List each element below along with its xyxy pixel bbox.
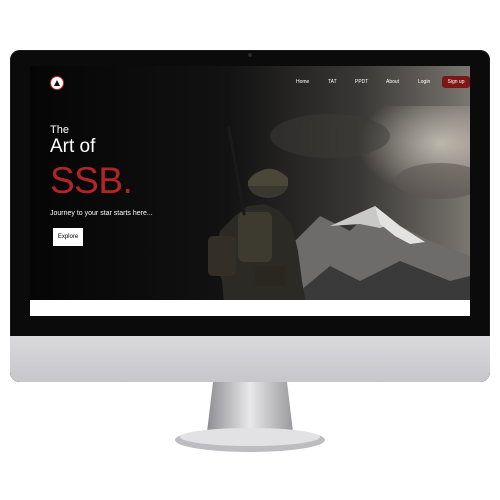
monitor-frame: Home TAT PPDT About Login Sign up The Ar…	[10, 50, 490, 382]
screen-content-strip	[30, 300, 470, 316]
hero-title-ssb: SSB.	[50, 160, 133, 201]
top-navbar: Home TAT PPDT About Login Sign up	[30, 66, 470, 100]
monitor-stand	[175, 382, 325, 452]
website-screen: Home TAT PPDT About Login Sign up The Ar…	[30, 66, 470, 316]
hero-title-line1: The	[50, 124, 69, 136]
nav-link-tat[interactable]: TAT	[328, 79, 337, 85]
hero-tagline: Journey to your star starts here...	[50, 210, 153, 217]
nav-link-about[interactable]: About	[386, 79, 399, 85]
nav-link-home[interactable]: Home	[296, 79, 309, 85]
monitor-chin	[10, 336, 490, 382]
signup-button[interactable]: Sign up	[442, 76, 470, 88]
nav-link-ppdt[interactable]: PPDT	[355, 79, 368, 85]
nav-link-login[interactable]: Login	[418, 79, 430, 85]
ssb-logo-icon[interactable]	[50, 76, 64, 90]
explore-button[interactable]: Explore	[53, 228, 83, 246]
hero-title-line2: Art of	[50, 136, 96, 157]
camera-dot	[248, 53, 252, 57]
